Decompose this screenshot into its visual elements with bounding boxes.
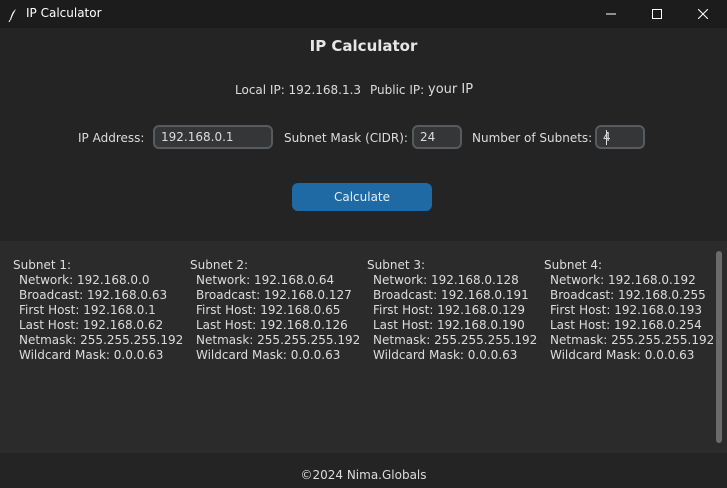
subnet-result: Subnet 3: Network: 192.168.0.128 Broadca… <box>367 258 537 363</box>
subnet-netmask: Netmask: 255.255.255.192 <box>196 333 361 347</box>
subnet-wildcard: Wildcard Mask: 0.0.0.63 <box>196 348 341 362</box>
app-window: IP Calculator IP Calculator Local IP: 19… <box>0 0 727 488</box>
subnet-broadcast: Broadcast: 192.168.0.255 <box>550 288 706 302</box>
close-icon <box>698 9 708 19</box>
close-button[interactable] <box>680 0 726 28</box>
footer-copyright: ©2024 Nima.Globals <box>300 468 427 482</box>
text-caret <box>606 130 607 145</box>
calculate-button[interactable]: Calculate <box>292 183 432 211</box>
subnet-title: Subnet 2: <box>190 258 249 272</box>
subnet-broadcast: Broadcast: 192.168.0.127 <box>196 288 352 302</box>
subnet-last-host: Last Host: 192.168.0.254 <box>550 318 702 332</box>
local-ip-text: Local IP: 192.168.1.3 <box>235 83 362 97</box>
subnet-network: Network: 192.168.0.192 <box>550 273 696 287</box>
title-bar[interactable]: IP Calculator <box>0 0 727 28</box>
feather-icon <box>8 7 18 23</box>
subnet-first-host: First Host: 192.168.0.193 <box>550 303 703 317</box>
maximize-icon <box>652 9 662 19</box>
window-title: IP Calculator <box>26 6 102 20</box>
subnet-last-host: Last Host: 192.168.0.190 <box>373 318 525 332</box>
ip-address-input[interactable] <box>153 125 273 149</box>
subnet-wildcard: Wildcard Mask: 0.0.0.63 <box>550 348 695 362</box>
subnet-result: Subnet 4: Network: 192.168.0.192 Broadca… <box>544 258 714 363</box>
public-ip-value: your IP <box>428 82 474 97</box>
number-of-subnets-label: Number of Subnets: <box>472 131 593 145</box>
subnet-netmask: Netmask: 255.255.255.192 <box>19 333 184 347</box>
subnet-title: Subnet 3: <box>367 258 426 272</box>
subnet-broadcast: Broadcast: 192.168.0.63 <box>19 288 168 302</box>
minimize-icon <box>606 9 616 19</box>
subnet-title: Subnet 4: <box>544 258 603 272</box>
results-scrollbar[interactable] <box>713 249 725 445</box>
subnet-network: Network: 192.168.0.128 <box>373 273 519 287</box>
ip-address-label: IP Address: <box>78 131 145 145</box>
subnet-first-host: First Host: 192.168.0.1 <box>19 303 156 317</box>
number-of-subnets-input[interactable] <box>595 125 645 149</box>
subnet-netmask: Netmask: 255.255.255.192 <box>373 333 538 347</box>
results-panel[interactable]: Subnet 1: Network: 192.168.0.0 Broadcast… <box>0 241 727 453</box>
maximize-button[interactable] <box>634 0 680 28</box>
public-ip-label: Public IP: <box>370 83 425 97</box>
subnet-first-host: First Host: 192.168.0.65 <box>196 303 341 317</box>
scrollbar-thumb[interactable] <box>716 251 722 443</box>
minimize-button[interactable] <box>588 0 634 28</box>
page-title: IP Calculator <box>309 37 418 55</box>
subnet-network: Network: 192.168.0.64 <box>196 273 335 287</box>
subnet-result: Subnet 2: Network: 192.168.0.64 Broadcas… <box>190 258 360 363</box>
subnet-netmask: Netmask: 255.255.255.192 <box>550 333 715 347</box>
subnet-wildcard: Wildcard Mask: 0.0.0.63 <box>373 348 518 362</box>
subnet-network: Network: 192.168.0.0 <box>19 273 150 287</box>
subnet-mask-label: Subnet Mask (CIDR): <box>284 131 408 145</box>
subnet-broadcast: Broadcast: 192.168.0.191 <box>373 288 529 302</box>
subnet-last-host: Last Host: 192.168.0.62 <box>19 318 164 332</box>
subnet-title: Subnet 1: <box>13 258 72 272</box>
subnet-last-host: Last Host: 192.168.0.126 <box>196 318 348 332</box>
subnet-mask-input[interactable] <box>412 125 462 149</box>
subnet-result: Subnet 1: Network: 192.168.0.0 Broadcast… <box>13 258 183 363</box>
subnet-wildcard: Wildcard Mask: 0.0.0.63 <box>19 348 164 362</box>
subnet-first-host: First Host: 192.168.0.129 <box>373 303 526 317</box>
